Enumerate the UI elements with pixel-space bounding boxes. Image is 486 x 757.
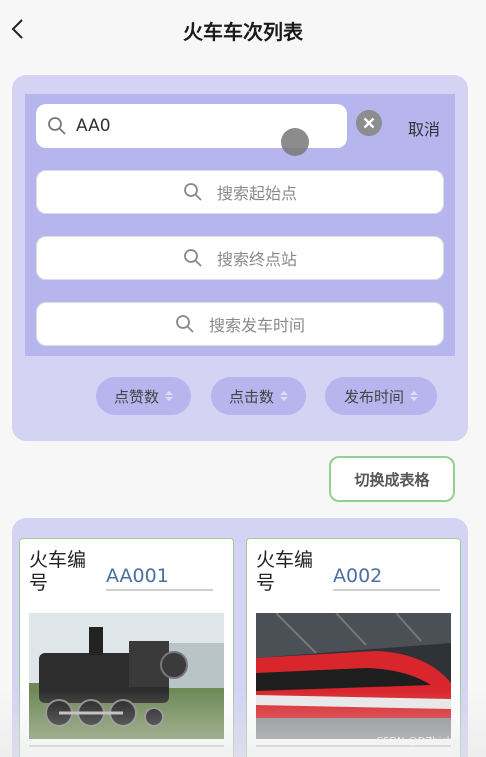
- start-station-placeholder: 搜索起始点: [216, 184, 297, 203]
- steam-locomotive-image: [29, 613, 224, 739]
- sort-likes-button[interactable]: 点赞数: [96, 377, 191, 415]
- clear-icon[interactable]: [356, 110, 382, 136]
- top-bar: 火车车次列表: [0, 0, 486, 60]
- watermark: CSDN @DZbishe: [376, 736, 460, 747]
- train-list: 火车编号 AA001 火车编号 A002: [12, 518, 468, 757]
- page-title: 火车车次列表: [183, 20, 303, 44]
- sort-arrows-icon: [410, 391, 418, 401]
- search-panel: 取消 搜索起始点 搜索终点站 搜索发车时间 点赞数 点: [12, 75, 468, 441]
- divider: [29, 745, 224, 747]
- sort-publish-time-label: 发布时间: [343, 387, 404, 406]
- departure-time-field[interactable]: 搜索发车时间: [36, 302, 444, 346]
- end-station-field[interactable]: 搜索终点站: [36, 236, 444, 280]
- sort-publish-time-button[interactable]: 发布时间: [325, 377, 437, 415]
- end-station-placeholder: 搜索终点站: [216, 250, 297, 269]
- touch-indicator: [281, 128, 309, 156]
- search-icon: [176, 315, 194, 333]
- search-icon: [184, 249, 202, 267]
- switch-to-table-button[interactable]: 切换成表格: [329, 456, 455, 502]
- sort-arrows-icon: [165, 391, 173, 401]
- train-card[interactable]: 火车编号 A002: [246, 538, 461, 757]
- train-number-value: A002: [333, 565, 440, 591]
- sort-arrows-icon: [280, 391, 288, 401]
- train-number-input[interactable]: [76, 112, 296, 140]
- sort-likes-label: 点赞数: [113, 387, 159, 406]
- train-number-search-box[interactable]: [36, 104, 382, 156]
- train-card[interactable]: 火车编号 AA001: [19, 538, 234, 757]
- search-icon: [48, 117, 66, 135]
- sort-clicks-label: 点击数: [228, 387, 274, 406]
- cancel-button[interactable]: 取消: [408, 116, 440, 140]
- departure-time-placeholder: 搜索发车时间: [208, 316, 305, 335]
- train-number-value: AA001: [106, 565, 213, 591]
- train-number-label: 火车编号: [256, 549, 314, 594]
- train-number-label: 火车编号: [29, 549, 87, 594]
- high-speed-train-image: [256, 613, 451, 739]
- start-station-field[interactable]: 搜索起始点: [36, 170, 444, 214]
- sort-clicks-button[interactable]: 点击数: [211, 377, 306, 415]
- search-icon: [184, 183, 202, 201]
- search-fields-area: 取消 搜索起始点 搜索终点站 搜索发车时间: [25, 94, 455, 356]
